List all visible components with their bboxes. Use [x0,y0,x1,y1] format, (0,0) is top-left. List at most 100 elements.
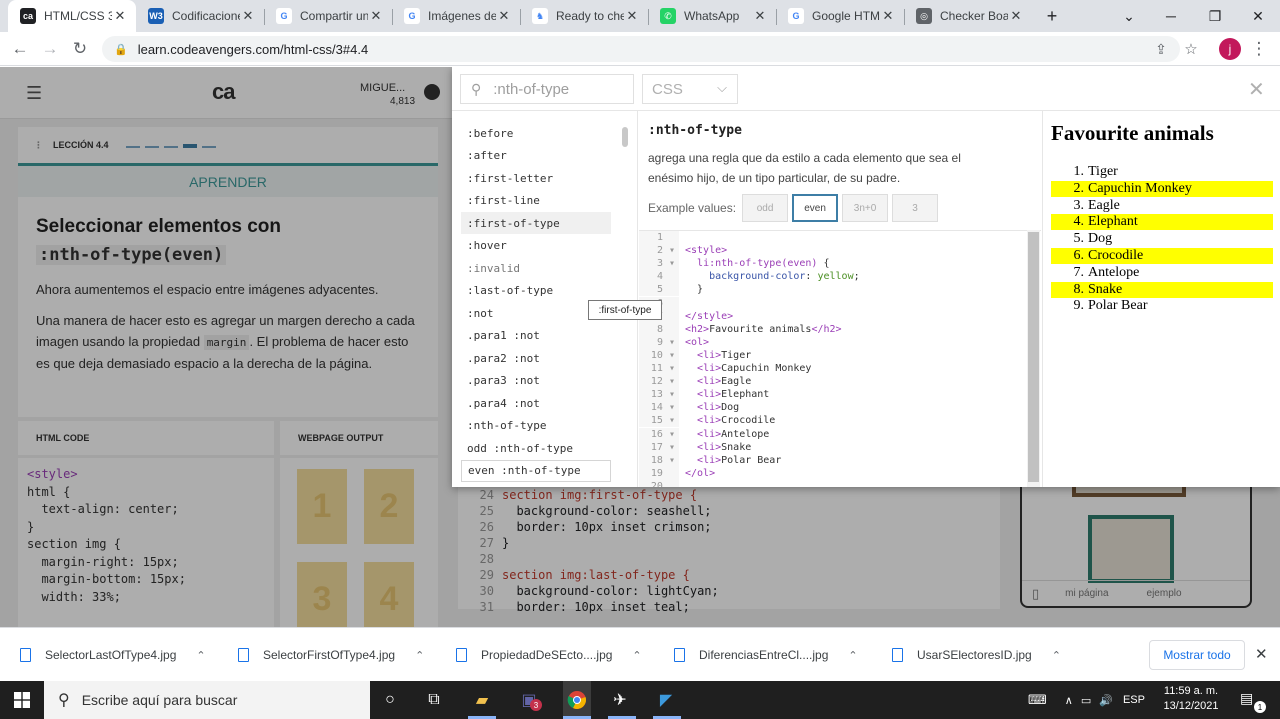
selector-list-item[interactable]: :first-line [461,190,611,212]
vscode-icon[interactable]: ◤ [654,688,678,712]
browser-tab[interactable]: ✆ WhatsApp ✕ [648,0,776,32]
tab-close-icon[interactable]: ✕ [240,8,256,24]
selector-list-item[interactable]: :last-of-type [461,280,611,302]
line-text [679,231,685,244]
bookmark-star-icon[interactable]: ☆ [1178,36,1204,62]
tab-close-icon[interactable]: ✕ [624,8,640,24]
line-text: <li>Tiger [697,349,752,361]
share-icon[interactable]: ⇪ [1148,36,1174,62]
app-icon[interactable]: ✈ [608,688,632,712]
code-line: 12 ▾ <li>Eagle [639,375,751,389]
selector-list-item[interactable]: .para1 :not [461,325,611,347]
selector-list-scrollbar[interactable] [622,127,628,147]
chevron-up-icon[interactable]: ⌃ [1052,649,1061,662]
tab-close-icon[interactable]: ✕ [496,8,512,24]
line-number: 17 ▾ [639,440,679,454]
file-explorer-icon[interactable]: ▰ [470,688,494,712]
system-clock[interactable]: 11:59 a. m. 13/12/2021 [1160,684,1222,714]
code-line: 8 <h2>Favourite animals</h2> [639,322,842,336]
selector-detail: :nth-of-type agrega una regla que da est… [648,117,1040,237]
minimize-button[interactable]: ─ [1149,0,1193,32]
browser-tab[interactable]: ◎ Checker Boar ✕ [904,0,1032,32]
download-item[interactable]: SelectorLastOfType4.jpg ⌃ [20,628,206,682]
task-view-icon[interactable]: ⧉ [422,688,446,712]
output-list-item: 8. Snake [1051,281,1273,298]
back-arrow-icon[interactable]: ← [7,36,33,62]
example-code-editor[interactable]: 1 2 ▾ <style> 3 ▾ li:nth-of-type(even) {4 … [639,230,1041,487]
selector-list-item[interactable]: :hover [461,235,611,257]
chevron-up-icon[interactable]: ⌃ [415,649,424,662]
address-bar[interactable]: 🔒 learn.codeavengers.com/html-css/3#4.4 [102,36,1180,62]
list-text: Capuchin Monkey [1088,180,1192,196]
chevron-up-icon[interactable]: ∧ [1065,694,1073,707]
cortana-icon[interactable]: ○ [378,688,402,712]
tab-close-icon[interactable]: ✕ [880,8,896,24]
selector-list-item[interactable]: :first-letter [461,167,611,189]
tab-close-icon[interactable]: ✕ [368,8,384,24]
keyboard-icon[interactable]: ⌨ [1028,692,1047,708]
profile-avatar[interactable]: j [1219,38,1241,60]
chevron-up-icon[interactable]: ⌃ [632,649,641,662]
download-item[interactable]: PropiedadDeSEcto....jpg ⌃ [456,628,642,682]
example-value-button[interactable]: 3 [892,194,939,222]
maximize-button[interactable]: ❐ [1193,0,1237,32]
menu-dots-icon[interactable]: ⋮ [1246,36,1272,62]
example-value-button[interactable]: 3n+0 [842,194,889,222]
tab-close-icon[interactable]: ✕ [112,8,128,24]
download-item[interactable]: SelectorFirstOfType4.jpg ⌃ [238,628,424,682]
volume-icon[interactable]: 🔊 [1099,694,1113,707]
tab-search-icon[interactable]: ⌄ [1107,0,1151,32]
line-text: <li>Elephant [697,389,770,401]
browser-tab[interactable]: ca HTML/CSS 3.4✕ [8,0,136,32]
list-number: 3. [1073,197,1085,213]
code-scrollbar[interactable] [1027,230,1040,487]
selector-list-item[interactable]: :after [461,145,611,167]
chrome-taskbar-icon[interactable] [563,681,591,719]
line-number: 8 [639,322,679,336]
selector-list-item[interactable]: odd :nth-of-type [461,437,611,459]
taskbar-search-box[interactable]: ⚲ Escribe aquí para buscar [44,681,370,719]
browser-tab[interactable]: W3 Codificacione ✕ [136,0,264,32]
language-indicator[interactable]: ESP [1123,694,1145,706]
close-icon[interactable]: ✕ [1248,77,1265,102]
chevron-up-icon[interactable]: ⌃ [848,649,857,662]
chevron-up-icon[interactable]: ⌃ [196,649,205,662]
selector-list-item[interactable]: :first-of-type [461,212,611,234]
selector-list-item[interactable]: .para4 :not [461,392,611,414]
chevron-down-icon: ⌵ [717,80,727,95]
selector-list-item[interactable]: :before [461,122,611,144]
selector-list-item[interactable]: .para2 :not [461,347,611,369]
network-icon[interactable]: ▭ [1081,694,1091,707]
selector-list-item[interactable]: .para3 :not [461,370,611,392]
notifications-icon[interactable]: ▤ [1240,690,1253,707]
example-value-button[interactable]: odd [742,194,789,222]
show-all-downloads-button[interactable]: Mostrar todo [1149,640,1245,670]
forward-arrow-icon[interactable]: → [37,36,63,62]
close-downloads-icon[interactable]: ✕ [1255,645,1268,663]
tab-close-icon[interactable]: ✕ [1008,8,1024,24]
browser-tab[interactable]: ♞ Ready to che ✕ [520,0,648,32]
selector-list-item[interactable]: :nth-of-type [461,415,611,437]
example-value-button[interactable]: even [792,194,839,222]
download-item[interactable]: UsarSElectoresID.jpg ⌃ [892,628,1061,682]
selector-list-item[interactable]: :invalid [461,257,611,279]
selector-list-item[interactable]: even :nth-of-type [461,459,611,482]
browser-tab[interactable]: G Imágenes de ✕ [392,0,520,32]
reload-icon[interactable]: ↻ [67,36,93,62]
browser-tab[interactable]: G Google HTML ✕ [776,0,904,32]
code-scrollbar-thumb[interactable] [1028,232,1039,482]
tab-favicon-icon: ✆ [660,8,676,24]
tab-favicon-icon: G [788,8,804,24]
windows-start-icon[interactable] [0,681,44,719]
selector-list: :before:after:first-letter:first-line:fi… [452,111,638,487]
language-select[interactable]: CSS ⌵ [642,74,738,104]
download-filename: DiferenciasEntreCl....jpg [699,648,829,662]
tab-favicon-icon: G [276,8,292,24]
list-number: 4. [1073,214,1085,230]
search-input[interactable] [493,80,624,98]
close-window-button[interactable]: ✕ [1236,0,1280,32]
download-item[interactable]: DiferenciasEntreCl....jpg ⌃ [674,628,858,682]
tab-close-icon[interactable]: ✕ [752,8,768,24]
new-tab-button[interactable]: + [1040,0,1064,32]
browser-tab[interactable]: G Compartir un ✕ [264,0,392,32]
